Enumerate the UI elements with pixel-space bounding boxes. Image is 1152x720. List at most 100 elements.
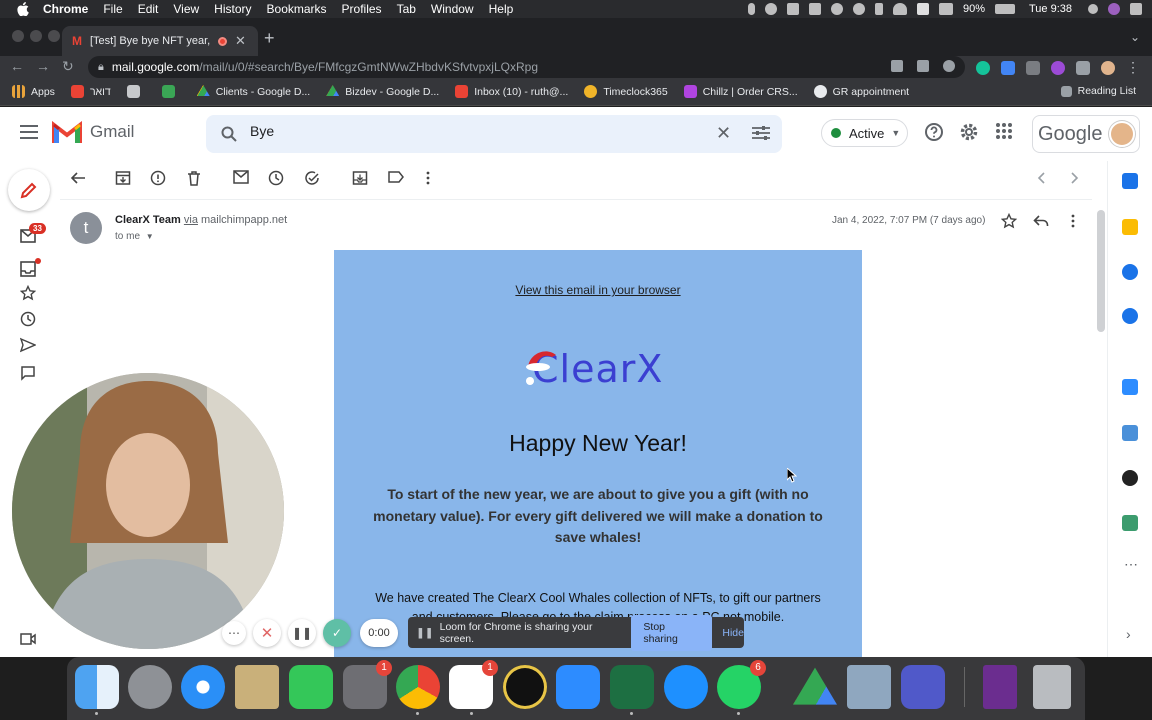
loom-pause-icon[interactable]: ❚❚: [288, 619, 316, 647]
menu-app-name[interactable]: Chrome: [43, 2, 88, 16]
finder-icon[interactable]: [75, 665, 119, 709]
cloud-icon[interactable]: [830, 3, 843, 15]
search-input[interactable]: [250, 123, 670, 139]
main-menu-icon[interactable]: [20, 125, 38, 143]
archive-icon[interactable]: [115, 170, 131, 186]
sender-avatar[interactable]: t: [70, 212, 102, 244]
help-icon[interactable]: [924, 122, 946, 144]
google-drive-icon[interactable]: [793, 667, 837, 705]
address-bar[interactable]: 🔒︎ mail.google.com /mail/u/0/#search/Bye…: [88, 56, 965, 78]
bookmark-mail-hebrew[interactable]: דואר: [70, 85, 111, 98]
back-to-search-icon[interactable]: [70, 170, 86, 186]
clear-search-icon[interactable]: ✕: [716, 123, 731, 144]
bookmark-timeclock365[interactable]: Timeclock365: [584, 85, 668, 98]
close-tab-icon[interactable]: ✕: [235, 33, 246, 49]
battery-icon[interactable]: [994, 4, 1015, 14]
screen-mirroring-icon[interactable]: [786, 3, 799, 15]
label-tag-icon[interactable]: [388, 170, 404, 186]
keep-icon[interactable]: [1122, 219, 1138, 235]
loom-cancel-icon[interactable]: ✕: [253, 619, 281, 647]
menu-edit[interactable]: Edit: [138, 2, 159, 16]
loom-finish-check-icon[interactable]: ✓: [323, 619, 351, 647]
contacts-icon[interactable]: [1122, 308, 1138, 324]
google-apps-grid-icon[interactable]: [995, 122, 1017, 144]
volume-icon[interactable]: [938, 3, 953, 15]
bookmark-inbox[interactable]: Inbox (10) - ruth@...: [455, 85, 568, 98]
status-dropdown[interactable]: Active ▼: [821, 119, 908, 147]
browser-tab[interactable]: M [Test] Bye bye NFT year, w ✕: [62, 26, 258, 56]
bookmark-timeclock[interactable]: [161, 85, 181, 98]
expand-panel-chevron-icon[interactable]: ›: [1126, 626, 1131, 642]
bookmark-chillz[interactable]: Chillz | Order CRS...: [683, 85, 798, 98]
grammarly-extension-icon[interactable]: [976, 60, 990, 75]
sent-icon[interactable]: [20, 337, 38, 355]
control-center-icon[interactable]: [1130, 3, 1142, 15]
more-options-icon[interactable]: [420, 170, 436, 186]
stop-sharing-button[interactable]: Stop sharing: [631, 614, 713, 651]
bookmark-star-icon[interactable]: [943, 60, 955, 72]
excel-icon[interactable]: [610, 665, 654, 709]
menubar-clock[interactable]: Tue 9:38: [1029, 3, 1072, 15]
menu-window[interactable]: Window: [431, 2, 474, 16]
menu-help[interactable]: Help: [489, 2, 514, 16]
spotlight-search-icon[interactable]: [1088, 4, 1098, 14]
add-to-tasks-icon[interactable]: [304, 170, 320, 186]
mail-stamp-icon[interactable]: [235, 665, 279, 709]
teams-icon[interactable]: [901, 665, 945, 709]
camera-in-use-icon[interactable]: [891, 60, 903, 72]
meet-video-icon[interactable]: [20, 633, 38, 651]
wifi-icon[interactable]: [892, 3, 907, 15]
star-icon[interactable]: [1001, 213, 1017, 229]
siri-icon[interactable]: [1108, 3, 1120, 15]
chat-icon[interactable]: [20, 365, 38, 383]
document-icon[interactable]: [983, 665, 1017, 709]
system-preferences-icon[interactable]: 1: [343, 660, 392, 709]
input-source-icon[interactable]: [916, 3, 929, 15]
color-extension-icon[interactable]: [1051, 60, 1065, 75]
facetime-icon[interactable]: [289, 665, 333, 709]
back-arrow-icon[interactable]: ←: [10, 58, 24, 74]
menu-tab[interactable]: Tab: [397, 2, 416, 16]
gmail-logo[interactable]: Gmail: [52, 121, 134, 143]
starred-icon[interactable]: [20, 285, 38, 303]
launchpad-icon[interactable]: [128, 665, 172, 709]
menu-profiles[interactable]: Profiles: [342, 2, 382, 16]
bookmark-apps[interactable]: Apps: [12, 85, 55, 98]
bluetooth-icon[interactable]: [874, 3, 883, 15]
reply-icon[interactable]: [1033, 213, 1049, 229]
slack-icon[interactable]: 1: [449, 660, 498, 709]
settings-gear-icon[interactable]: [959, 122, 981, 144]
inbox-tray-icon[interactable]: [20, 261, 38, 279]
new-tab-button[interactable]: +: [264, 28, 275, 49]
move-to-icon[interactable]: [352, 170, 368, 186]
snoozed-clock-icon[interactable]: [20, 311, 38, 329]
zoom-addon-icon[interactable]: [1122, 379, 1138, 395]
addon-black-icon[interactable]: [1122, 470, 1138, 486]
bookmark-clients-drive[interactable]: Clients - Google D...: [196, 85, 310, 98]
message-scrollbar[interactable]: [1097, 210, 1105, 332]
meet-extension-icon[interactable]: [1001, 60, 1015, 75]
older-message-chevron-icon[interactable]: [1066, 170, 1082, 186]
window-close-button[interactable]: [12, 30, 24, 42]
google-account-button[interactable]: Google: [1032, 115, 1140, 153]
reading-list-button[interactable]: Reading List: [1060, 85, 1136, 97]
tab-search-chevron-icon[interactable]: ⌄: [1130, 30, 1140, 44]
chrome-icon[interactable]: [396, 665, 440, 709]
mark-unread-icon[interactable]: [233, 170, 249, 186]
sender-name[interactable]: ClearX Team: [115, 214, 181, 226]
menu-history[interactable]: History: [214, 2, 251, 16]
addon-green-icon[interactable]: [1122, 515, 1138, 531]
web-app-icon[interactable]: [503, 665, 547, 709]
gear-status-icon[interactable]: [764, 3, 777, 15]
search-bar[interactable]: ✕: [206, 115, 782, 153]
more-addons-icon[interactable]: ⋯: [1124, 556, 1138, 573]
creative-cloud-icon[interactable]: [852, 3, 865, 15]
compose-button[interactable]: [8, 169, 50, 211]
addon-icon[interactable]: [1122, 425, 1138, 441]
screen-extension-icon[interactable]: [1026, 60, 1040, 75]
snooze-clock-icon[interactable]: [268, 170, 284, 186]
whatsapp-icon[interactable]: 6: [717, 660, 766, 709]
bookmark-folder[interactable]: [126, 85, 146, 98]
chrome-menu-icon[interactable]: ⋮: [1126, 59, 1140, 76]
webcam-video-bubble[interactable]: [12, 373, 284, 649]
